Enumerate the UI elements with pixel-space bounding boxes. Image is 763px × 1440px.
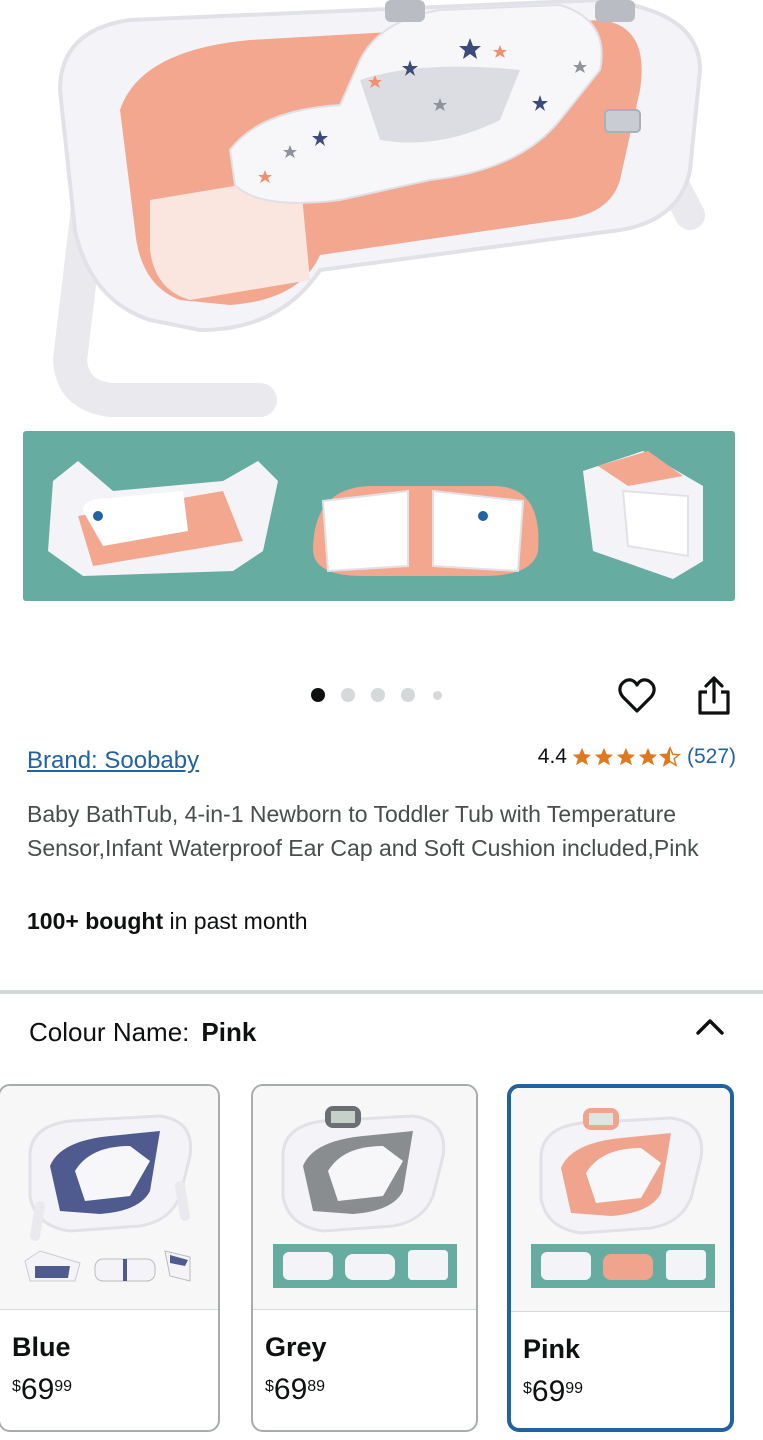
price-fraction: 99 [54, 1378, 73, 1395]
purchase-count-suffix: in past month [163, 908, 308, 934]
product-main-image[interactable] [0, 0, 763, 430]
pagination-dot[interactable] [371, 688, 385, 702]
collapse-variations-button[interactable] [694, 1013, 726, 1041]
star-full-icon [638, 747, 658, 766]
pink-tub-image [531, 1108, 715, 1288]
variation-price: $69 99 [523, 1376, 583, 1408]
share-button[interactable] [692, 674, 736, 718]
grey-tub-image [273, 1106, 457, 1288]
section-divider [0, 990, 763, 994]
price-whole: 69 [273, 1373, 308, 1406]
variation-price: $69 99 [12, 1374, 72, 1406]
pagination-dot[interactable] [341, 688, 355, 702]
star-full-icon [572, 747, 592, 766]
price-currency: $ [265, 1378, 274, 1395]
rating-summary[interactable]: 4.4 (527) [538, 745, 736, 769]
image-pagination[interactable] [311, 687, 458, 703]
brand-link[interactable]: Brand: Soobaby [27, 747, 199, 775]
star-half-icon [658, 746, 681, 767]
variation-thumbnail [511, 1088, 730, 1312]
chevron-up-icon [696, 1019, 724, 1035]
variation-card-blue[interactable]: Blue $69 99 [0, 1084, 220, 1432]
folding-illustration [48, 451, 703, 579]
price-fraction: 89 [307, 1378, 326, 1395]
purchase-count: 100+ bought in past month [27, 908, 308, 935]
variation-price: $69 89 [265, 1374, 325, 1406]
bathtub-image [52, 0, 705, 417]
purchase-count-bold: 100+ bought [27, 908, 164, 934]
variation-name: Blue [12, 1332, 71, 1362]
review-count-link[interactable]: (527) [687, 745, 736, 769]
pagination-dot-active[interactable] [311, 688, 325, 702]
blue-tub-image [24, 1114, 193, 1282]
price-whole: 69 [20, 1373, 55, 1406]
pagination-dot[interactable] [401, 688, 415, 702]
wishlist-button[interactable] [615, 674, 659, 718]
price-fraction: 99 [565, 1380, 584, 1397]
variation-name: Pink [523, 1334, 581, 1364]
rating-value: 4.4 [537, 745, 567, 768]
variation-card-grey[interactable]: Grey $69 89 [251, 1084, 478, 1432]
star-full-icon [594, 747, 614, 766]
price-whole: 69 [531, 1375, 566, 1408]
variation-card-pink[interactable]: Pink $69 99 [507, 1084, 734, 1432]
star-full-icon [616, 747, 636, 766]
fold-steps-banner [23, 431, 735, 601]
pagination-dot[interactable] [433, 690, 442, 700]
variation-header: Colour Name: Pink [29, 1017, 256, 1048]
variation-label: Colour Name: [29, 1017, 190, 1047]
product-title: Baby BathTub, 4-in-1 Newborn to Toddler … [27, 801, 699, 861]
variation-name: Grey [265, 1332, 327, 1362]
price-currency: $ [12, 1378, 21, 1395]
variation-thumbnail [253, 1086, 476, 1310]
heart-icon [618, 678, 656, 713]
variation-thumbnail [0, 1086, 218, 1310]
variation-selected-value: Pink [201, 1017, 257, 1047]
rating-stars [571, 746, 681, 768]
price-currency: $ [523, 1380, 532, 1397]
share-icon [698, 676, 730, 715]
